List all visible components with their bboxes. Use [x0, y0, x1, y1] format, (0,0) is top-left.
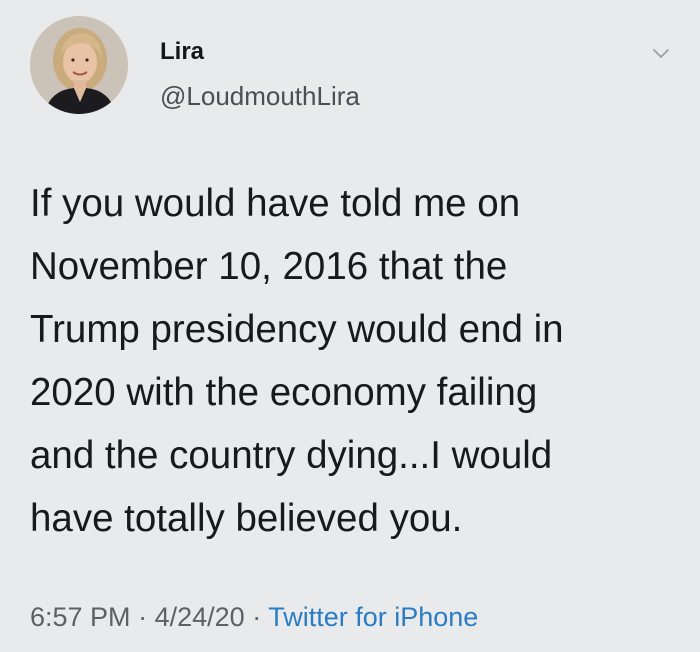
tweet-source-link[interactable]: Twitter for iPhone — [268, 602, 478, 632]
tweet-text-line: have totally believed you. — [30, 497, 463, 540]
tweet-card: Lira @LoudmouthLira If you would have to… — [0, 0, 700, 652]
meta-separator: · — [138, 602, 148, 632]
tweet-date[interactable]: 4/24/20 — [155, 602, 245, 632]
avatar-photo — [30, 16, 128, 114]
tweet-meta: 6:57 PM · 4/24/20 · Twitter for iPhone — [30, 604, 478, 631]
tweet-text-line: If you would have told me on — [30, 182, 521, 225]
tweet-text-line: November 10, 2016 that the — [30, 245, 508, 288]
user-handle[interactable]: @LoudmouthLira — [160, 83, 360, 109]
display-name[interactable]: Lira — [160, 40, 204, 64]
tweet-text-line: 2020 with the economy failing — [30, 371, 538, 414]
meta-separator: · — [252, 602, 262, 632]
tweet-text-line: and the country dying...I would — [30, 434, 553, 477]
tweet-text-line: Trump presidency would end in — [30, 308, 564, 351]
chevron-down-icon[interactable] — [650, 42, 672, 64]
tweet-time[interactable]: 6:57 PM — [30, 602, 131, 632]
tweet-text: If you would have told me on November 10… — [30, 172, 670, 550]
avatar[interactable] — [30, 16, 128, 114]
